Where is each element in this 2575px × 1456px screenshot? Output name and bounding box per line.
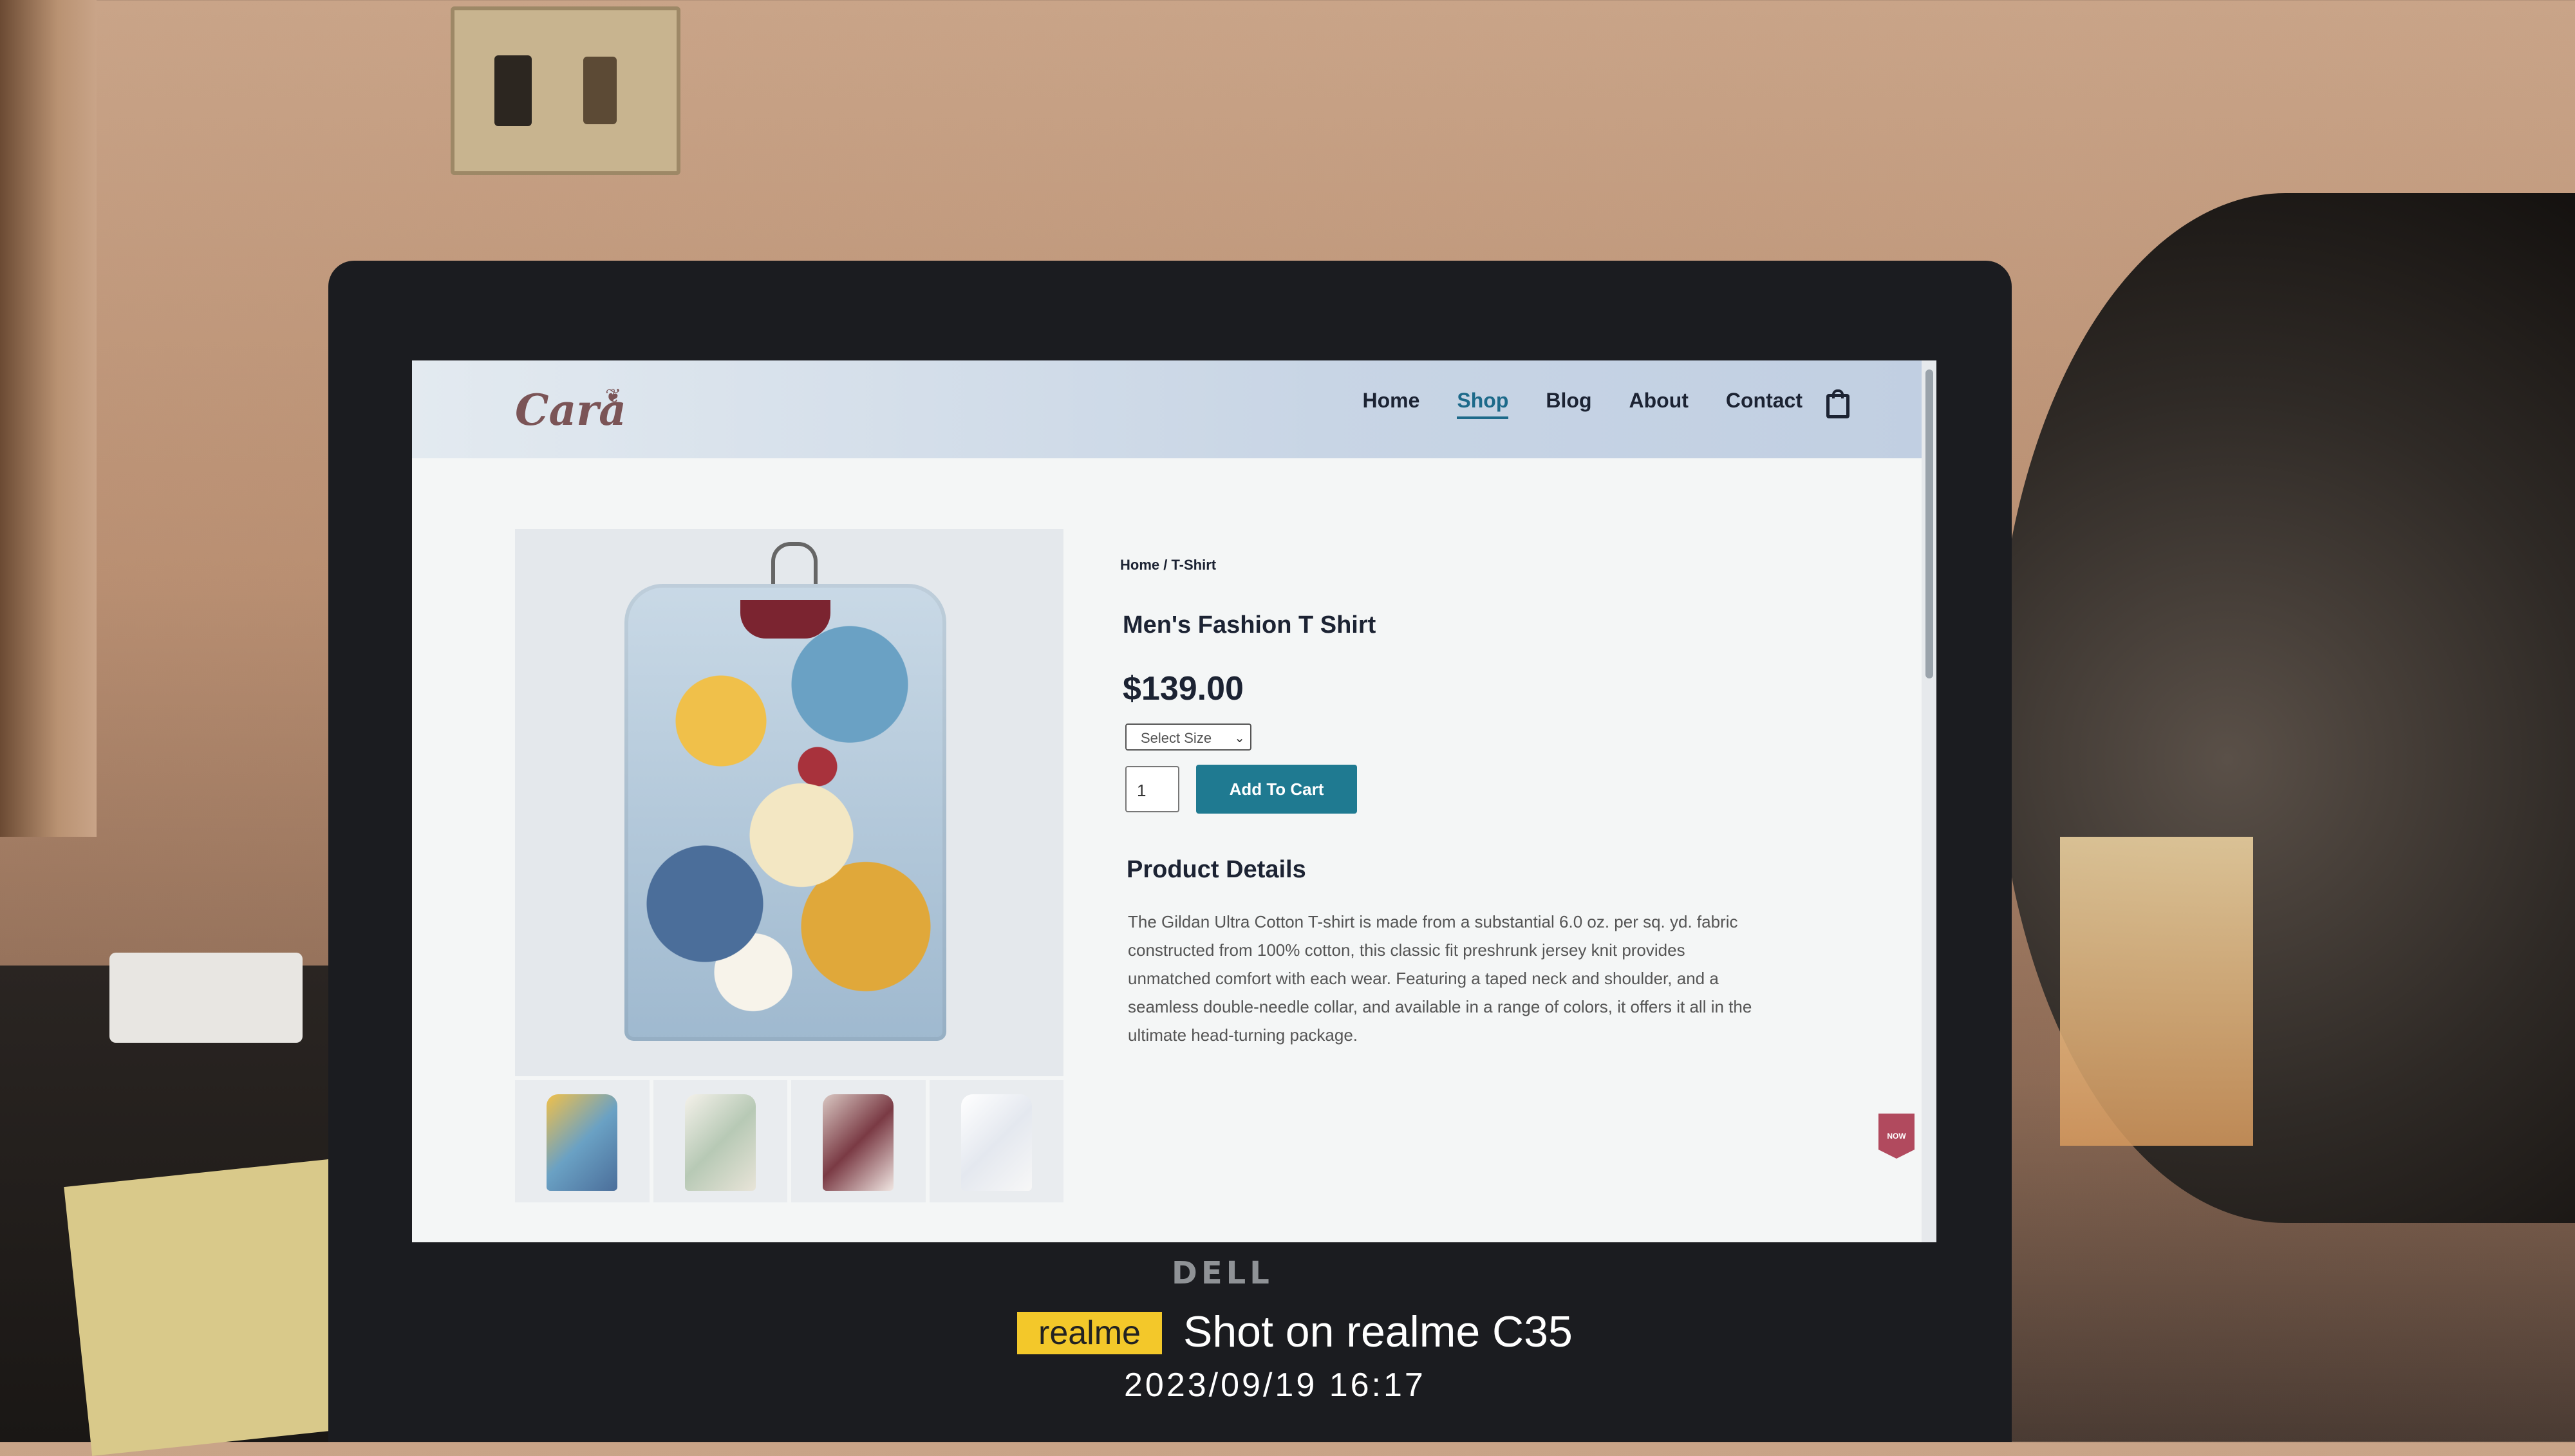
product-thumbnails bbox=[515, 1080, 1063, 1202]
product-description: The Gildan Ultra Cotton T-shirt is made … bbox=[1128, 912, 1752, 1045]
thumbnail-4[interactable] bbox=[929, 1080, 1063, 1202]
size-select[interactable]: Select Size ⌄ bbox=[1125, 723, 1251, 751]
paper-document bbox=[64, 1157, 374, 1456]
site-header: Cara ❦ Home Shop Blog About Contact bbox=[412, 360, 1922, 458]
watermark-text: Shot on realme C35 bbox=[1183, 1307, 1573, 1356]
size-select-value: Select Size bbox=[1141, 730, 1212, 746]
logo-leaf-icon: ❦ bbox=[605, 386, 622, 407]
thumbnail-shirt-image bbox=[960, 1094, 1032, 1191]
nav-contact[interactable]: Contact bbox=[1726, 389, 1803, 413]
mirror-reflection-window bbox=[2060, 837, 2253, 1146]
wall-edge bbox=[0, 0, 97, 837]
main-nav: Home Shop Blog About Contact bbox=[1363, 389, 1803, 419]
product-details-heading: Product Details bbox=[1127, 856, 1306, 883]
light-switch-plate bbox=[451, 6, 680, 175]
thumbnail-1[interactable] bbox=[515, 1080, 650, 1202]
shirt-collar bbox=[740, 600, 830, 639]
breadcrumb[interactable]: Home / T-Shirt bbox=[1120, 557, 1216, 574]
shirt-image bbox=[624, 584, 946, 1041]
switch-toggle bbox=[583, 57, 617, 124]
scrollbar-thumb[interactable] bbox=[1925, 369, 1933, 678]
product-main-image bbox=[515, 529, 1063, 1076]
nav-home[interactable]: Home bbox=[1363, 389, 1420, 413]
switch-toggle bbox=[494, 55, 532, 126]
charger bbox=[109, 953, 303, 1043]
product-title: Men's Fashion T Shirt bbox=[1123, 611, 1376, 639]
thumbnail-2[interactable] bbox=[653, 1080, 787, 1202]
nav-shop[interactable]: Shop bbox=[1457, 389, 1508, 419]
dell-logo: DELL bbox=[1172, 1255, 1273, 1291]
thumbnail-shirt-image bbox=[823, 1094, 894, 1191]
nav-blog[interactable]: Blog bbox=[1546, 389, 1591, 413]
nav-about[interactable]: About bbox=[1629, 389, 1688, 413]
quantity-input[interactable]: 1 bbox=[1125, 766, 1179, 812]
add-to-cart-button[interactable]: Add To Cart bbox=[1196, 765, 1357, 814]
shop-now-badge[interactable]: NOW bbox=[1878, 1114, 1915, 1159]
realme-badge: realme bbox=[1017, 1312, 1162, 1354]
thumbnail-shirt-image bbox=[547, 1094, 618, 1191]
watermark-datetime: 2023/09/19 16:17 bbox=[1124, 1367, 1426, 1404]
chevron-down-icon: ⌄ bbox=[1234, 731, 1245, 745]
shopping-bag-icon[interactable] bbox=[1826, 389, 1849, 418]
laptop-screen: Cara ❦ Home Shop Blog About Contact Home… bbox=[412, 360, 1936, 1242]
thumbnail-shirt-image bbox=[684, 1094, 756, 1191]
scrollbar[interactable] bbox=[1922, 360, 1936, 1242]
thumbnail-3[interactable] bbox=[791, 1080, 926, 1202]
product-price: $139.00 bbox=[1123, 670, 1244, 707]
